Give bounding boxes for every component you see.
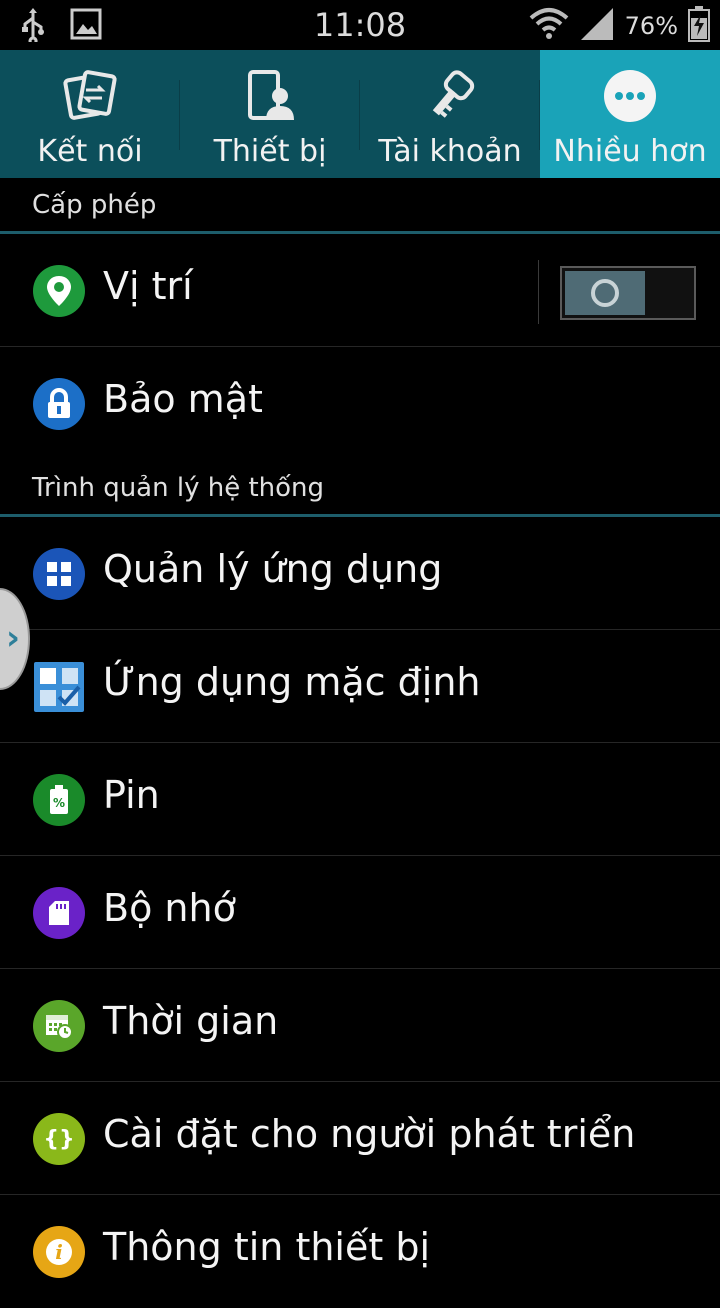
list-item-date-time[interactable]: Thời gian xyxy=(0,969,720,1082)
settings-tab-bar: Kết nối Thiết bị Tài khoản Nhiều hơn xyxy=(0,50,720,178)
signal-icon xyxy=(579,6,615,46)
section-header-system-manager: Trình quản lý hệ thống xyxy=(0,461,720,517)
item-label: Thông tin thiết bị xyxy=(103,1225,431,1269)
location-toggle[interactable] xyxy=(560,266,696,320)
wifi-icon xyxy=(529,6,569,46)
info-icon: i xyxy=(33,1226,85,1278)
tab-label: Nhiều hơn xyxy=(553,134,707,169)
item-label: Thời gian xyxy=(103,999,279,1043)
svg-text:%: % xyxy=(53,796,65,810)
list-item-storage[interactable]: Bộ nhớ xyxy=(0,856,720,969)
more-icon xyxy=(602,64,658,128)
tab-accounts[interactable]: Tài khoản xyxy=(360,50,540,178)
sd-card-icon xyxy=(33,887,85,939)
list-item-security[interactable]: Bảo mật xyxy=(0,347,720,460)
battery-icon xyxy=(688,6,710,46)
battery-percent: 76% xyxy=(624,12,678,40)
section-header-permissions: Cấp phép xyxy=(0,178,720,234)
tab-device[interactable]: Thiết bị xyxy=(180,50,360,178)
tab-connections[interactable]: Kết nối xyxy=(0,50,180,178)
status-bar: 11:08 76% xyxy=(0,0,720,50)
item-label: Vị trí xyxy=(103,264,193,308)
list-item-location[interactable]: Vị trí xyxy=(0,234,720,347)
tab-label: Kết nối xyxy=(37,134,143,169)
battery-percent-icon: % xyxy=(33,774,85,826)
tab-label: Tài khoản xyxy=(378,134,522,169)
device-icon xyxy=(242,64,298,128)
item-label: Cài đặt cho người phát triển xyxy=(103,1112,636,1156)
list-item-default-applications[interactable]: Ứng dụng mặc định xyxy=(0,630,720,743)
default-apps-icon xyxy=(34,662,84,712)
item-label: Bảo mật xyxy=(103,377,263,421)
list-item-developer-options[interactable]: {} Cài đặt cho người phát triển xyxy=(0,1082,720,1195)
location-icon xyxy=(33,265,85,317)
list-item-application-manager[interactable]: Quản lý ứng dụng xyxy=(0,517,720,630)
apps-grid-icon xyxy=(33,548,85,600)
list-item-battery[interactable]: % Pin xyxy=(0,743,720,856)
item-label: Quản lý ứng dụng xyxy=(103,547,443,591)
item-label: Ứng dụng mặc định xyxy=(103,660,481,704)
toggle-knob xyxy=(591,279,619,307)
calendar-clock-icon xyxy=(33,1000,85,1052)
list-item-about-device[interactable]: i Thông tin thiết bị xyxy=(0,1195,720,1308)
lock-icon xyxy=(33,378,85,430)
tab-label: Thiết bị xyxy=(213,134,327,169)
svg-text:{}: {} xyxy=(44,1127,74,1152)
braces-icon: {} xyxy=(33,1113,85,1165)
accounts-icon xyxy=(422,64,478,128)
svg-text:i: i xyxy=(55,1240,63,1264)
item-label: Pin xyxy=(103,773,160,817)
tab-more[interactable]: Nhiều hơn xyxy=(540,50,720,178)
item-label: Bộ nhớ xyxy=(103,886,236,930)
chevron-right-icon: › xyxy=(5,618,20,658)
connections-icon xyxy=(62,64,118,128)
